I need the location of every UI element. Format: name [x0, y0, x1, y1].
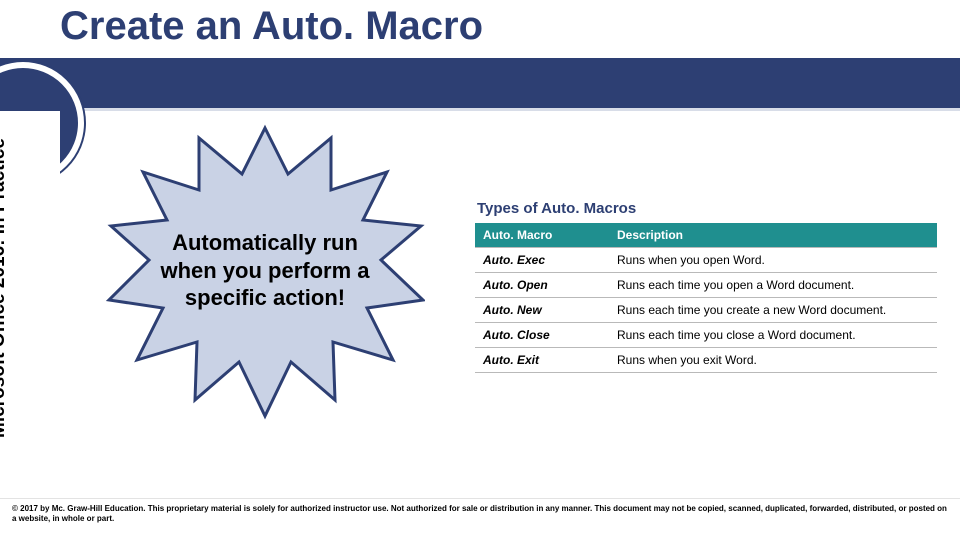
- starburst-callout: Automatically run when you perform a spe…: [105, 122, 425, 422]
- table-cell-desc: Runs each time you create a new Word doc…: [609, 298, 937, 323]
- side-rail: Microsoft Office 2016: In Practice: [0, 111, 60, 498]
- table-header-cell: Description: [609, 223, 937, 248]
- burst-text: Automatically run when you perform a spe…: [145, 229, 385, 312]
- table-row: Auto. Exit Runs when you exit Word.: [475, 348, 937, 373]
- automacro-table: Auto. Macro Description Auto. Exec Runs …: [475, 223, 937, 373]
- table-cell-desc: Runs each time you open a Word document.: [609, 273, 937, 298]
- table-cell-desc: Runs when you exit Word.: [609, 348, 937, 373]
- table-header-cell: Auto. Macro: [475, 223, 609, 248]
- table-row: Auto. Close Runs each time you close a W…: [475, 323, 937, 348]
- table-header-row: Auto. Macro Description: [475, 223, 937, 248]
- table-cell-name: Auto. Close: [475, 323, 609, 348]
- table-cell-desc: Runs when you open Word.: [609, 248, 937, 273]
- table-cell-desc: Runs each time you close a Word document…: [609, 323, 937, 348]
- slide: Create an Auto. Macro Microsoft Office 2…: [0, 0, 960, 540]
- table-cell-name: Auto. New: [475, 298, 609, 323]
- footer: © 2017 by Mc. Graw-Hill Education. This …: [0, 498, 960, 540]
- divider: [0, 108, 960, 111]
- table-cell-name: Auto. Open: [475, 273, 609, 298]
- table-row: Auto. Exec Runs when you open Word.: [475, 248, 937, 273]
- table-row: Auto. Open Runs each time you open a Wor…: [475, 273, 937, 298]
- automacro-table-block: Types of Auto. Macros Auto. Macro Descri…: [475, 196, 937, 373]
- title-area: Create an Auto. Macro: [0, 0, 960, 58]
- table-title: Types of Auto. Macros: [475, 196, 937, 223]
- table-row: Auto. New Runs each time you create a ne…: [475, 298, 937, 323]
- rail-label: Microsoft Office 2016: In Practice: [0, 138, 10, 438]
- table-cell-name: Auto. Exec: [475, 248, 609, 273]
- header-band: [0, 58, 960, 108]
- page-title: Create an Auto. Macro: [60, 4, 483, 49]
- table-cell-name: Auto. Exit: [475, 348, 609, 373]
- footer-text: © 2017 by Mc. Graw-Hill Education. This …: [12, 504, 948, 524]
